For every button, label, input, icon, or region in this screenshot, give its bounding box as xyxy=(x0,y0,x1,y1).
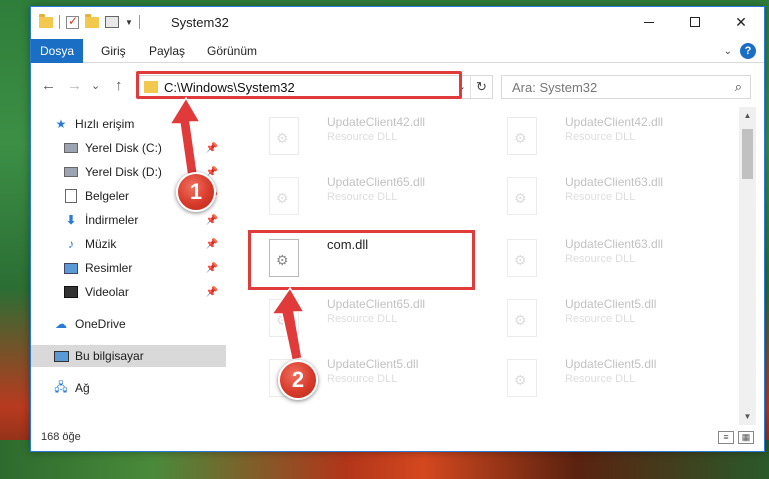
step-2-badge: 2 xyxy=(278,360,318,400)
arrow-to-address-icon xyxy=(168,96,202,181)
arrow-to-file-icon xyxy=(270,286,306,361)
step-1-badge: 1 xyxy=(176,172,216,212)
annotation-arrows xyxy=(168,96,306,361)
